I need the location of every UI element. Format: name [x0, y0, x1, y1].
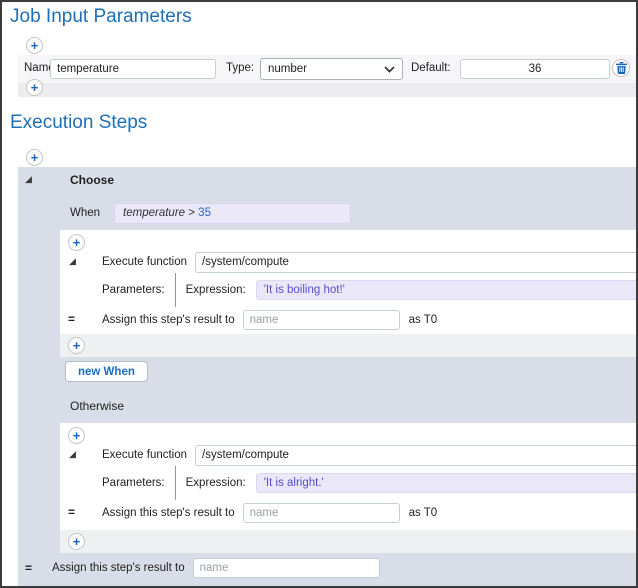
- execute-function-row: Execute function: [102, 444, 636, 466]
- type-select[interactable]: number: [260, 58, 403, 80]
- default-label: Default:: [411, 62, 451, 74]
- parameters-divider: [175, 273, 176, 307]
- assign-equals-icon: =: [68, 505, 75, 519]
- expression-input[interactable]: [256, 280, 636, 300]
- parameter-default-input[interactable]: [460, 59, 610, 79]
- parameters-label: Parameters:: [102, 477, 165, 489]
- choose-result-equals-icon: =: [25, 561, 32, 575]
- function-path-input[interactable]: [195, 252, 636, 273]
- choose-step-block: ◢ Choose When temperature > 35 + ◢ Execu…: [18, 167, 636, 586]
- parameters-label: Parameters:: [102, 284, 165, 296]
- assign-result-row: Assign this step's result to as T0: [102, 309, 636, 331]
- flowforce-job-configuration-page: Job Input Parameters + Name: Type: numbe…: [0, 0, 638, 588]
- assign-result-row: Assign this step's result to as T0: [102, 502, 636, 524]
- parameters-divider: [175, 466, 176, 500]
- execution-steps-title: Execution Steps: [10, 112, 147, 134]
- condition-variable: temperature: [123, 207, 185, 219]
- collapse-step-icon[interactable]: ◢: [69, 450, 76, 459]
- new-when-button[interactable]: new When: [65, 361, 148, 382]
- when-condition-input[interactable]: temperature > 35: [114, 203, 351, 224]
- type-select-value: number: [268, 63, 307, 75]
- choose-header: Choose: [70, 173, 114, 187]
- execute-function-label: Execute function: [102, 449, 187, 461]
- collapse-step-icon[interactable]: ◢: [69, 257, 76, 266]
- add-substep-button-bottom[interactable]: +: [68, 337, 85, 354]
- parameter-list-footer: [18, 83, 636, 97]
- expression-label: Expression:: [186, 284, 246, 296]
- parameter-name-input[interactable]: [50, 59, 216, 79]
- condition-operator: >: [185, 207, 198, 219]
- expression-label: Expression:: [186, 477, 246, 489]
- condition-value: 35: [198, 207, 211, 219]
- parameter-row: Name: Type: number Default:: [18, 55, 636, 83]
- result-name-input[interactable]: [243, 503, 400, 523]
- add-step-button[interactable]: +: [26, 149, 43, 166]
- when-condition-row: When temperature > 35: [70, 202, 351, 224]
- parameters-row: Parameters: Expression:: [102, 469, 636, 497]
- when-label: When: [70, 207, 100, 219]
- trash-icon: [616, 62, 627, 74]
- assign-result-label: Assign this step's result to: [102, 507, 235, 519]
- branch-footer: +: [60, 530, 636, 553]
- choose-assign-result-label: Assign this step's result to: [52, 562, 185, 574]
- execute-function-label: Execute function: [102, 256, 187, 268]
- collapse-choose-icon[interactable]: ◢: [25, 175, 32, 184]
- branch-footer: +: [60, 334, 636, 357]
- add-substep-button[interactable]: +: [68, 234, 85, 251]
- chevron-down-icon: [384, 66, 395, 73]
- add-substep-button-bottom[interactable]: +: [68, 533, 85, 550]
- choose-result-row: Assign this step's result to: [52, 557, 628, 579]
- result-type-label: as T0: [409, 507, 438, 519]
- expression-input[interactable]: [256, 473, 636, 493]
- type-label: Type:: [226, 62, 254, 74]
- function-path-input[interactable]: [195, 445, 636, 466]
- assign-equals-icon: =: [68, 312, 75, 326]
- otherwise-branch-panel: + ◢ Execute function Parameters: Express…: [60, 423, 636, 553]
- result-type-label: as T0: [409, 314, 438, 326]
- choose-result-name-input[interactable]: [193, 558, 380, 578]
- parameters-row: Parameters: Expression:: [102, 276, 636, 304]
- delete-parameter-button[interactable]: [612, 59, 630, 77]
- when-branch-panel: + ◢ Execute function Parameters: Express…: [60, 230, 636, 357]
- result-name-input[interactable]: [243, 310, 400, 330]
- otherwise-label: Otherwise: [70, 399, 124, 413]
- execute-function-row: Execute function: [102, 251, 636, 273]
- assign-result-label: Assign this step's result to: [102, 314, 235, 326]
- add-parameter-button-bottom[interactable]: +: [26, 79, 43, 96]
- add-parameter-button[interactable]: +: [26, 37, 43, 54]
- add-substep-button[interactable]: +: [68, 427, 85, 444]
- job-input-parameters-title: Job Input Parameters: [10, 6, 192, 28]
